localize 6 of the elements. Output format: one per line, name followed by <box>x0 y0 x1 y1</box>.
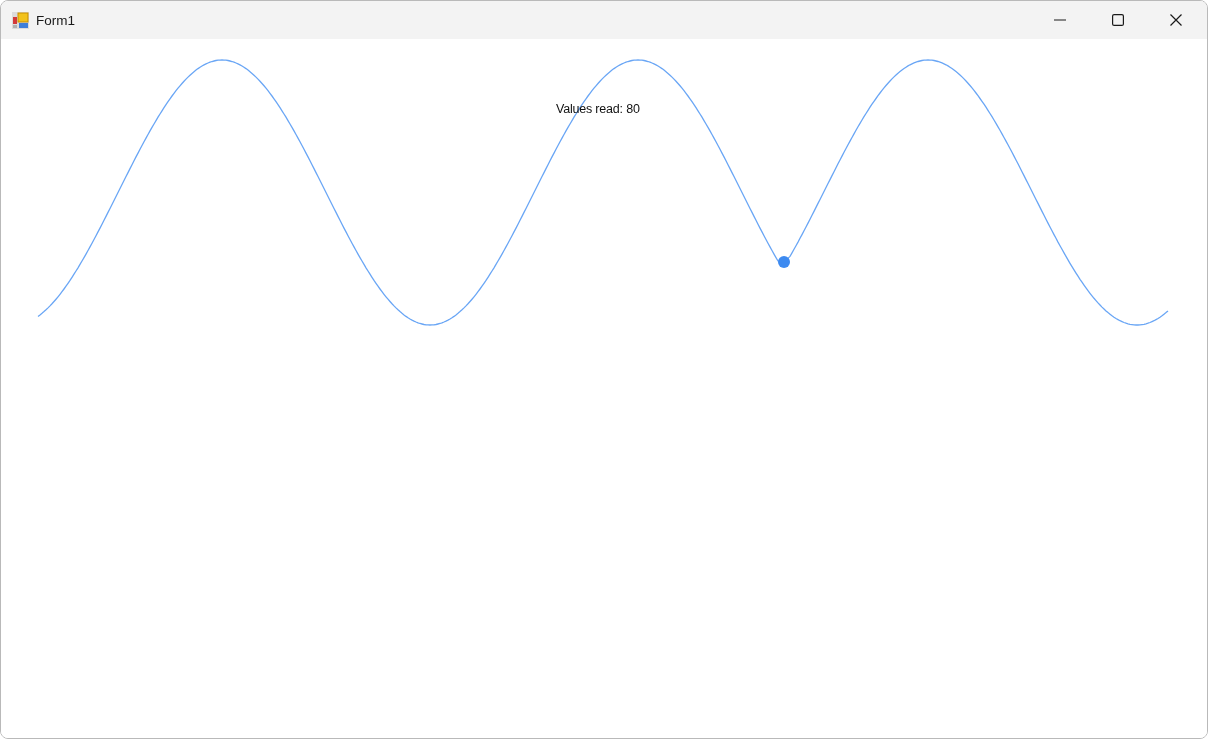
point-marker-icon <box>778 256 790 268</box>
close-icon <box>1170 14 1182 26</box>
app-icon <box>12 11 29 29</box>
maximize-icon <box>1112 14 1124 26</box>
window-title: Form1 <box>36 12 76 28</box>
values-read-label: Values read: 80 <box>556 102 640 116</box>
